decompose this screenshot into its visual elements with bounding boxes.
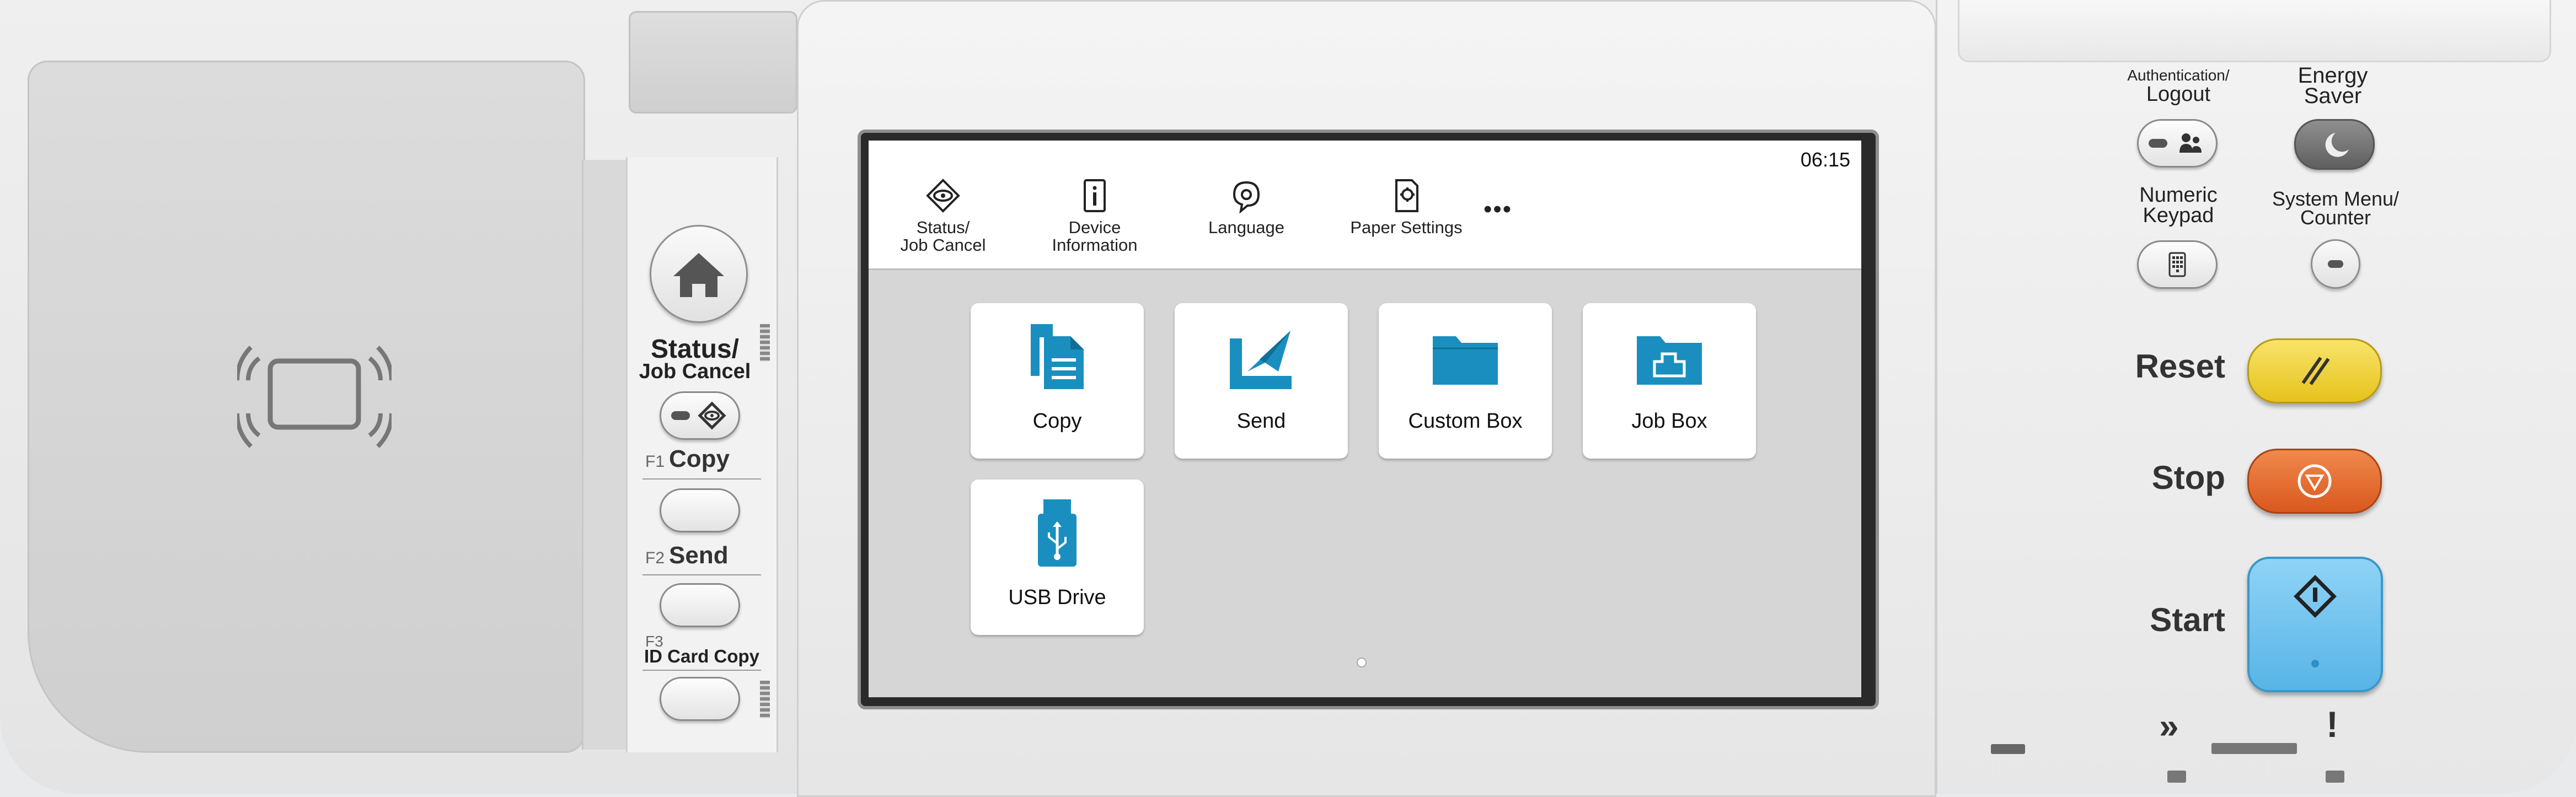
top-item-device-label-1: Device xyxy=(1068,218,1121,237)
f3-id-card-copy-key[interactable] xyxy=(660,677,740,721)
tile-job-box-label: Job Box xyxy=(1631,410,1707,433)
start-label: Start xyxy=(2150,601,2225,638)
f1-text: Copy xyxy=(669,445,730,472)
f1-copy-key[interactable] xyxy=(660,488,740,532)
tile-send[interactable]: Send xyxy=(1175,303,1348,459)
more-icon[interactable]: ••• xyxy=(1484,196,1512,223)
top-item-status-job-cancel[interactable]: Status/ Job Cancel xyxy=(891,141,995,268)
f2-text: Send xyxy=(669,542,729,569)
tile-usb-drive[interactable]: USB Drive xyxy=(971,480,1144,635)
reader-side-edge xyxy=(582,160,628,750)
page-indicator-dot xyxy=(1357,658,1367,667)
strip-notch-top xyxy=(760,324,770,362)
language-icon xyxy=(1233,181,1260,213)
bottom-slot xyxy=(2211,743,2297,754)
start-key[interactable] xyxy=(2247,557,2383,692)
f2-divider xyxy=(642,574,761,575)
status-key-label-line2: Job Cancel xyxy=(639,360,751,383)
status-job-cancel-key[interactable] xyxy=(660,391,740,440)
stop-icon xyxy=(2297,464,2332,498)
top-item-paper-settings[interactable]: Paper Settings xyxy=(1332,141,1481,268)
attention-indicator-icon: ! xyxy=(2326,704,2338,745)
energy-label-line1: Energy xyxy=(2297,63,2368,88)
processing-led xyxy=(2167,771,2186,783)
top-item-paper-label: Paper Settings xyxy=(1350,218,1463,237)
status-eye-icon xyxy=(926,179,960,213)
energy-saver-key[interactable] xyxy=(2294,119,2375,170)
numeric-keypad-key[interactable] xyxy=(2137,240,2218,289)
home-button[interactable] xyxy=(650,225,748,323)
top-item-device-information[interactable]: Device Information xyxy=(1040,141,1150,268)
send-icon xyxy=(1230,331,1292,389)
keypad-icon xyxy=(2168,252,2186,277)
usb-drive-icon xyxy=(1038,499,1077,567)
top-item-status-label-1: Status/ xyxy=(916,218,970,237)
auth-user-icon xyxy=(2149,133,2202,153)
numeric-label-line1: Numeric xyxy=(2139,184,2218,207)
f1-prefix: F1 xyxy=(645,453,665,471)
f2-send-key[interactable] xyxy=(660,583,740,627)
authentication-logout-key[interactable] xyxy=(2137,119,2218,168)
device-info-icon xyxy=(1084,179,1106,212)
home-icon xyxy=(673,253,724,297)
auth-label-line2: Logout xyxy=(2146,83,2211,106)
touch-screen: Status/ Job Cancel Device Information La… xyxy=(869,141,1861,697)
strip-notch-bottom xyxy=(760,681,770,718)
top-item-language[interactable]: Language xyxy=(1194,141,1299,268)
reset-key[interactable] xyxy=(2247,338,2382,403)
right-top-cover xyxy=(1958,0,2551,62)
tile-custom-box[interactable]: Custom Box xyxy=(1379,303,1552,459)
auth-label-line1: Authentication/ xyxy=(2127,67,2230,84)
top-hinge xyxy=(629,11,797,114)
tile-copy-label: Copy xyxy=(1032,410,1082,433)
job-box-icon xyxy=(1637,336,1702,385)
energy-label-line2: Saver xyxy=(2304,84,2362,108)
tile-usb-drive-label: USB Drive xyxy=(1008,586,1106,609)
start-diamond-icon xyxy=(2294,575,2337,667)
f2-label: F2 Send xyxy=(645,542,729,569)
moon-icon xyxy=(2325,133,2349,157)
top-item-status-label-2: Job Cancel xyxy=(900,235,986,255)
f1-label: F1 Copy xyxy=(645,445,730,473)
tile-job-box[interactable]: Job Box xyxy=(1583,303,1756,459)
nfc-card-reader-icon xyxy=(237,346,392,448)
reset-slash-icon xyxy=(2301,357,2330,385)
tile-copy[interactable]: Copy xyxy=(971,303,1144,459)
processing-indicator-icon: » xyxy=(2159,706,2179,746)
top-item-language-label: Language xyxy=(1208,218,1284,237)
screen-top-bar: Status/ Job Cancel Device Information La… xyxy=(869,141,1861,270)
f2-prefix: F2 xyxy=(645,549,665,567)
sysmenu-label-line2: Counter xyxy=(2300,206,2371,229)
reset-label: Reset xyxy=(2135,348,2225,385)
folder-icon xyxy=(1433,336,1498,385)
tile-custom-box-label: Custom Box xyxy=(1408,410,1523,433)
top-item-device-label-2: Information xyxy=(1052,235,1138,255)
clock: 06:15 xyxy=(1800,148,1850,171)
f3-divider xyxy=(642,670,761,671)
stop-key[interactable] xyxy=(2247,449,2382,514)
system-menu-led-icon xyxy=(2328,260,2343,268)
status-led-eye-icon xyxy=(671,401,726,430)
attention-led xyxy=(2326,771,2344,783)
f1-divider xyxy=(642,478,761,480)
copy-icon xyxy=(1031,324,1084,389)
paper-settings-icon xyxy=(1395,179,1418,212)
tile-send-label: Send xyxy=(1236,410,1286,433)
stop-label: Stop xyxy=(2151,459,2225,496)
numeric-label-line2: Keypad xyxy=(2143,204,2214,227)
status-key-label-line1: Status/ xyxy=(650,335,740,364)
system-menu-counter-key[interactable] xyxy=(2311,239,2360,289)
bottom-led-left xyxy=(1991,744,2025,754)
f3-label: ID Card Copy xyxy=(644,646,760,666)
